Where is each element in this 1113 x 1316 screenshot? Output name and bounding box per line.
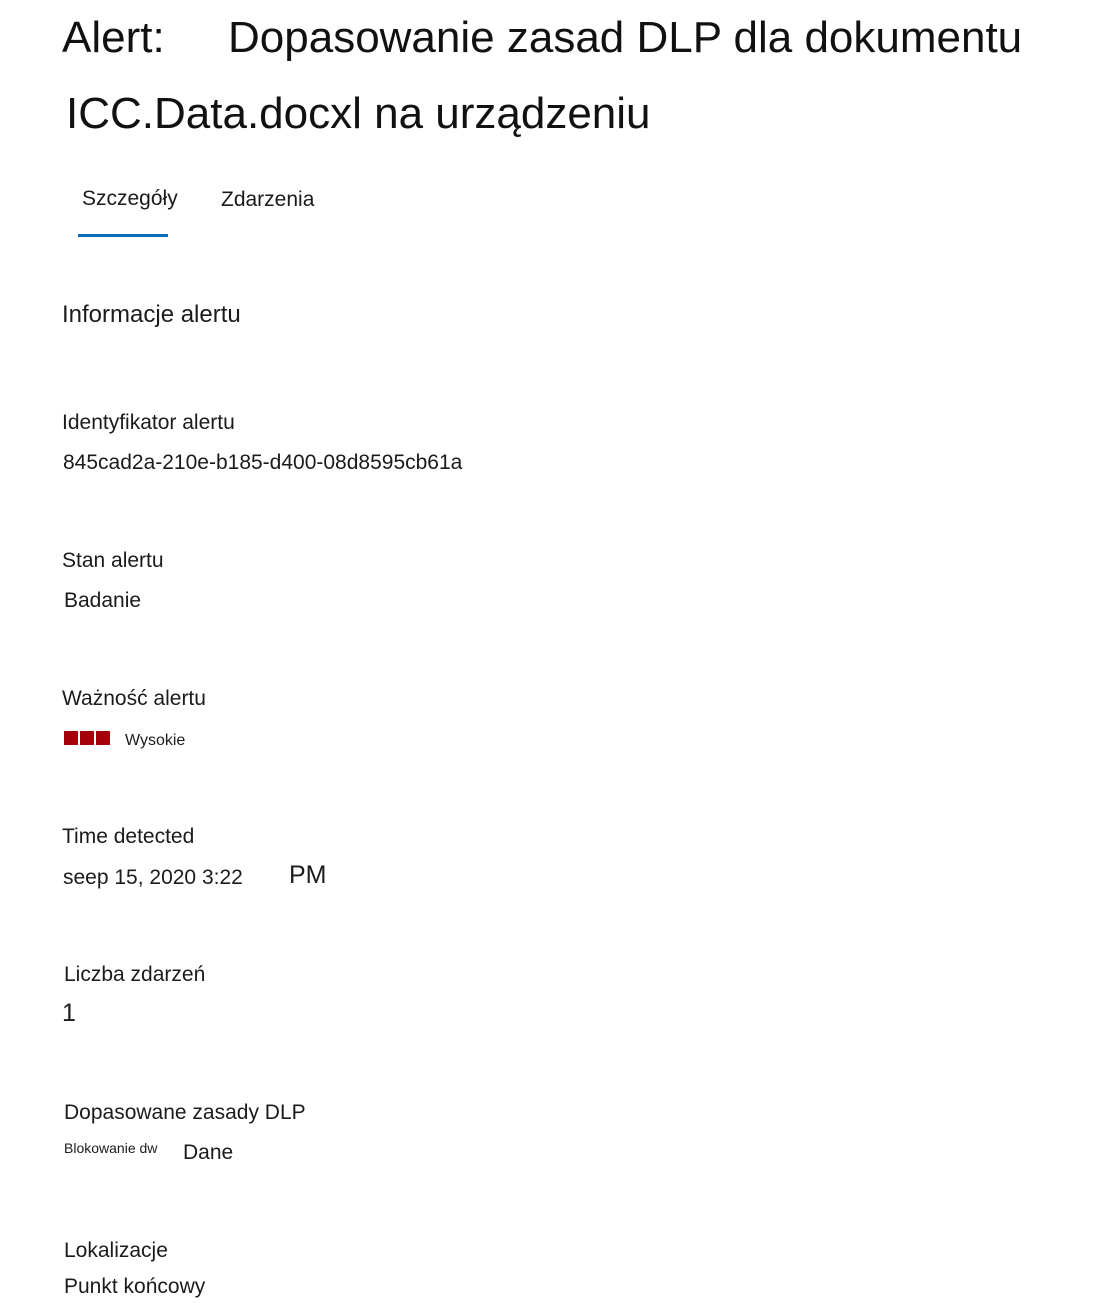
page-title-prefix: Alert: bbox=[62, 13, 165, 62]
section-heading-alert-info: Informacje alertu bbox=[62, 301, 241, 328]
time-detected-ampm: PM bbox=[289, 861, 327, 889]
time-detected-value: seep 15, 2020 3:22 bbox=[63, 866, 243, 889]
matched-policy-value: Dane bbox=[183, 1141, 234, 1164]
page-title-continuation: ICC.Data.docxl na urządzeniu bbox=[66, 89, 651, 138]
matched-policy-label: Dopasowane zasady DLP bbox=[64, 1101, 306, 1124]
alert-id-value: 845cad2a-210e-b185-d400-08d8595cb61a bbox=[63, 451, 463, 474]
severity-bar bbox=[96, 731, 110, 745]
alert-id-label: Identyfikator alertu bbox=[62, 411, 235, 434]
tab-events[interactable]: Zdarzenia bbox=[221, 187, 314, 213]
event-count-value: 1 bbox=[62, 999, 76, 1027]
active-tab-indicator bbox=[78, 234, 168, 237]
tab-details[interactable]: Szczegóły bbox=[82, 186, 178, 212]
locations-label: Lokalizacje bbox=[64, 1239, 168, 1262]
severity-bar bbox=[80, 731, 94, 745]
alert-severity-label: Ważność alertu bbox=[62, 687, 206, 710]
alert-status-value: Badanie bbox=[64, 589, 142, 612]
severity-bar bbox=[64, 731, 78, 745]
alert-severity-value: Wysokie bbox=[125, 732, 186, 749]
event-count-label: Liczba zdarzeń bbox=[64, 963, 206, 986]
severity-indicator-icon bbox=[64, 731, 112, 745]
matched-policy-value-prefix: Blokowanie dw bbox=[64, 1140, 158, 1156]
time-detected-label: Time detected bbox=[62, 825, 195, 848]
page-title: Dopasowanie zasad DLP dla dokumentu bbox=[228, 13, 1023, 62]
locations-value: Punkt końcowy bbox=[64, 1275, 206, 1298]
alert-status-label: Stan alertu bbox=[62, 549, 164, 572]
